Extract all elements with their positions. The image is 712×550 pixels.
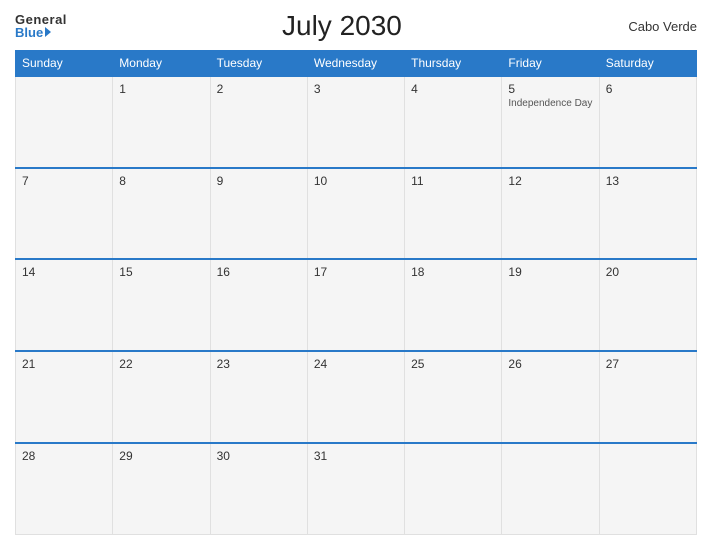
cell-date: 22 xyxy=(119,357,203,371)
calendar-cell: 30 xyxy=(210,443,307,535)
cell-date: 26 xyxy=(508,357,592,371)
cell-date: 5 xyxy=(508,82,592,96)
calendar-cell: 13 xyxy=(599,168,696,260)
cell-date: 13 xyxy=(606,174,690,188)
calendar-cell: 25 xyxy=(405,351,502,443)
cell-date: 16 xyxy=(217,265,301,279)
calendar-cell xyxy=(405,443,502,535)
calendar-cell: 24 xyxy=(307,351,404,443)
cell-date: 4 xyxy=(411,82,495,96)
cell-date: 3 xyxy=(314,82,398,96)
week-row-2: 789 10 11 12 13 xyxy=(16,168,697,260)
calendar-cell: 4 xyxy=(405,76,502,168)
calendar-cell: 26 xyxy=(502,351,599,443)
calendar-cell: 23 xyxy=(210,351,307,443)
calendar-cell: 15 xyxy=(113,259,210,351)
week-row-4: 21 22 23 24 25 26 27 xyxy=(16,351,697,443)
calendar-cell: 22 xyxy=(113,351,210,443)
calendar-title: July 2030 xyxy=(67,10,617,42)
week-row-1: 12345 Independence Day 6 xyxy=(16,76,697,168)
calendar-cell: 1 xyxy=(113,76,210,168)
calendar-cell: 14 xyxy=(16,259,113,351)
cell-date: 15 xyxy=(119,265,203,279)
calendar-cell: 9 xyxy=(210,168,307,260)
calendar-cell: 5 Independence Day xyxy=(502,76,599,168)
cell-date: 12 xyxy=(508,174,592,188)
col-header-friday: Friday xyxy=(502,51,599,77)
cell-date: 14 xyxy=(22,265,106,279)
cell-event: Independence Day xyxy=(508,98,592,109)
calendar-cell xyxy=(502,443,599,535)
cell-date: 9 xyxy=(217,174,301,188)
cell-date: 8 xyxy=(119,174,203,188)
logo-triangle-icon xyxy=(45,27,51,37)
cell-date: 30 xyxy=(217,449,301,463)
cell-date: 6 xyxy=(606,82,690,96)
calendar-cell: 3 xyxy=(307,76,404,168)
calendar-cell xyxy=(599,443,696,535)
cell-date: 24 xyxy=(314,357,398,371)
week-row-5: 28 29 30 31 xyxy=(16,443,697,535)
cell-date: 23 xyxy=(217,357,301,371)
calendar-cell: 29 xyxy=(113,443,210,535)
logo: General Blue xyxy=(15,13,67,39)
calendar-cell: 16 xyxy=(210,259,307,351)
col-header-saturday: Saturday xyxy=(599,51,696,77)
week-row-3: 14 15 16 17 18 19 20 xyxy=(16,259,697,351)
calendar-cell: 11 xyxy=(405,168,502,260)
cell-date: 2 xyxy=(217,82,301,96)
calendar-cell: 12 xyxy=(502,168,599,260)
calendar-cell xyxy=(16,76,113,168)
header: General Blue July 2030 Cabo Verde xyxy=(15,10,697,42)
calendar-cell: 7 xyxy=(16,168,113,260)
calendar-cell: 17 xyxy=(307,259,404,351)
cell-date: 29 xyxy=(119,449,203,463)
calendar-cell: 19 xyxy=(502,259,599,351)
calendar-cell: 6 xyxy=(599,76,696,168)
cell-date: 10 xyxy=(314,174,398,188)
cell-date: 11 xyxy=(411,174,495,188)
col-header-thursday: Thursday xyxy=(405,51,502,77)
cell-date: 21 xyxy=(22,357,106,371)
calendar-cell: 21 xyxy=(16,351,113,443)
col-header-sunday: Sunday xyxy=(16,51,113,77)
calendar-cell: 18 xyxy=(405,259,502,351)
logo-blue-text: Blue xyxy=(15,26,67,39)
col-header-wednesday: Wednesday xyxy=(307,51,404,77)
cell-date: 28 xyxy=(22,449,106,463)
cell-date: 19 xyxy=(508,265,592,279)
calendar-cell: 28 xyxy=(16,443,113,535)
calendar-cell: 8 xyxy=(113,168,210,260)
cell-date: 27 xyxy=(606,357,690,371)
calendar-cell: 20 xyxy=(599,259,696,351)
cell-date: 20 xyxy=(606,265,690,279)
cell-date: 31 xyxy=(314,449,398,463)
country-label: Cabo Verde xyxy=(617,19,697,34)
cell-date: 18 xyxy=(411,265,495,279)
cell-date: 1 xyxy=(119,82,203,96)
header-row: SundayMondayTuesdayWednesdayThursdayFrid… xyxy=(16,51,697,77)
calendar-cell: 27 xyxy=(599,351,696,443)
calendar-cell: 2 xyxy=(210,76,307,168)
cell-date: 25 xyxy=(411,357,495,371)
calendar-cell: 10 xyxy=(307,168,404,260)
cell-date: 17 xyxy=(314,265,398,279)
calendar-table: SundayMondayTuesdayWednesdayThursdayFrid… xyxy=(15,50,697,535)
col-header-monday: Monday xyxy=(113,51,210,77)
cell-date: 7 xyxy=(22,174,106,188)
col-header-tuesday: Tuesday xyxy=(210,51,307,77)
calendar-cell: 31 xyxy=(307,443,404,535)
